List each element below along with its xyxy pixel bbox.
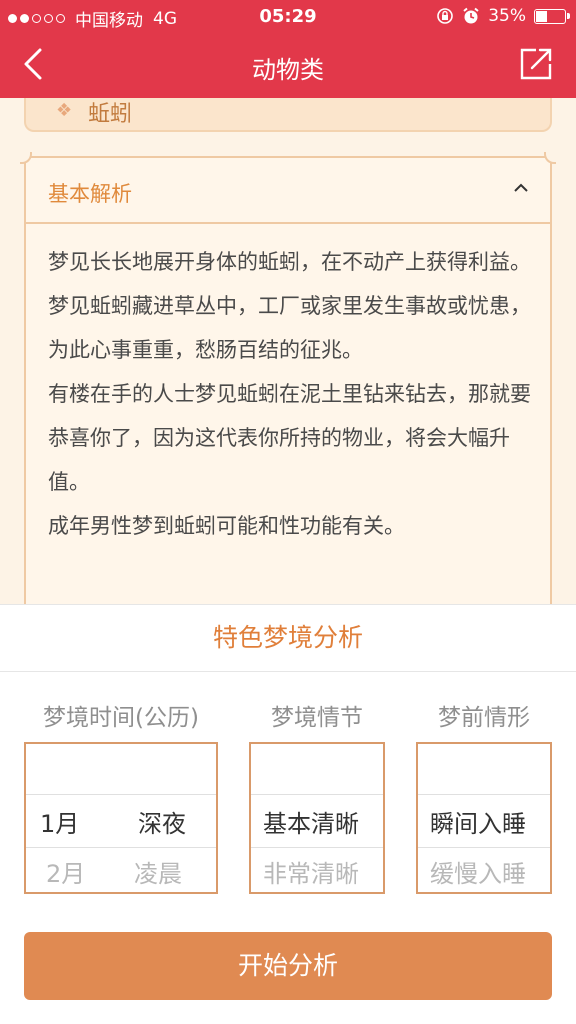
- dream-before-picker[interactable]: 瞬间入睡 缓慢入睡: [416, 742, 552, 894]
- subject-tag: ❖ 蚯蚓: [24, 98, 552, 132]
- battery-icon: [534, 8, 570, 24]
- analysis-paragraph: 梦见蚯蚓藏进草丛中，工厂或家里发生事故或忧患，为此心事重重，愁肠百结的征兆。: [48, 294, 531, 362]
- analysis-paragraph: 成年男性梦到蚯蚓可能和性功能有关。: [48, 514, 405, 538]
- analysis-paragraph: 梦见长长地展开身体的蚯蚓，在不动产上获得利益。: [48, 250, 531, 274]
- month-option-selected[interactable]: 1月: [40, 804, 79, 839]
- month-option[interactable]: 2月: [46, 854, 85, 889]
- before-option-selected[interactable]: 瞬间入睡: [430, 804, 526, 839]
- navigation-bar: 动物类: [0, 32, 576, 98]
- plot-option[interactable]: 非常清晰: [263, 854, 359, 889]
- period-option[interactable]: 凌晨: [134, 854, 182, 889]
- page-title: 动物类: [252, 56, 324, 84]
- share-icon[interactable]: [516, 44, 556, 84]
- status-bar: 中国移动 4G 05:29 35%: [0, 0, 576, 32]
- alarm-icon: [463, 7, 479, 24]
- subject-name: 蚯蚓: [88, 102, 133, 127]
- dream-analysis-panel: 特色梦境分析 梦境时间(公历) 梦境情节 梦前情形 1月 2月 深夜 凌晨 基本…: [0, 604, 576, 1024]
- dream-analysis-title: 特色梦境分析: [0, 604, 576, 672]
- before-option[interactable]: 缓慢入睡: [430, 854, 526, 889]
- plot-option-selected[interactable]: 基本清晰: [263, 804, 359, 839]
- dream-plot-picker[interactable]: 基本清晰 非常清晰: [249, 742, 385, 894]
- basic-analysis-card: 基本解析 梦见长长地展开身体的蚯蚓，在不动产上获得利益。 梦见蚯蚓藏进草丛中，工…: [20, 152, 556, 610]
- diamond-icon: ❖: [56, 100, 73, 121]
- period-option-selected[interactable]: 深夜: [138, 804, 186, 839]
- start-analysis-button[interactable]: 开始分析: [24, 932, 552, 1000]
- orientation-lock-icon: [437, 8, 454, 24]
- battery-percent: 35%: [488, 6, 526, 26]
- dream-time-label: 梦境时间(公历): [43, 705, 199, 731]
- analysis-header-label: 基本解析: [48, 182, 132, 206]
- dream-time-picker[interactable]: 1月 2月 深夜 凌晨: [24, 742, 218, 894]
- analysis-text: 梦见长长地展开身体的蚯蚓，在不动产上获得利益。 梦见蚯蚓藏进草丛中，工厂或家里发…: [48, 240, 532, 548]
- dream-before-label: 梦前情形: [438, 705, 530, 731]
- chevron-up-icon[interactable]: [512, 182, 530, 194]
- analysis-paragraph: 有楼在手的人士梦见蚯蚓在泥土里钻来钻去，那就要恭喜你了，因为这代表你所持的物业，…: [48, 382, 531, 494]
- dream-plot-label: 梦境情节: [271, 705, 363, 731]
- analysis-header[interactable]: 基本解析: [26, 158, 550, 224]
